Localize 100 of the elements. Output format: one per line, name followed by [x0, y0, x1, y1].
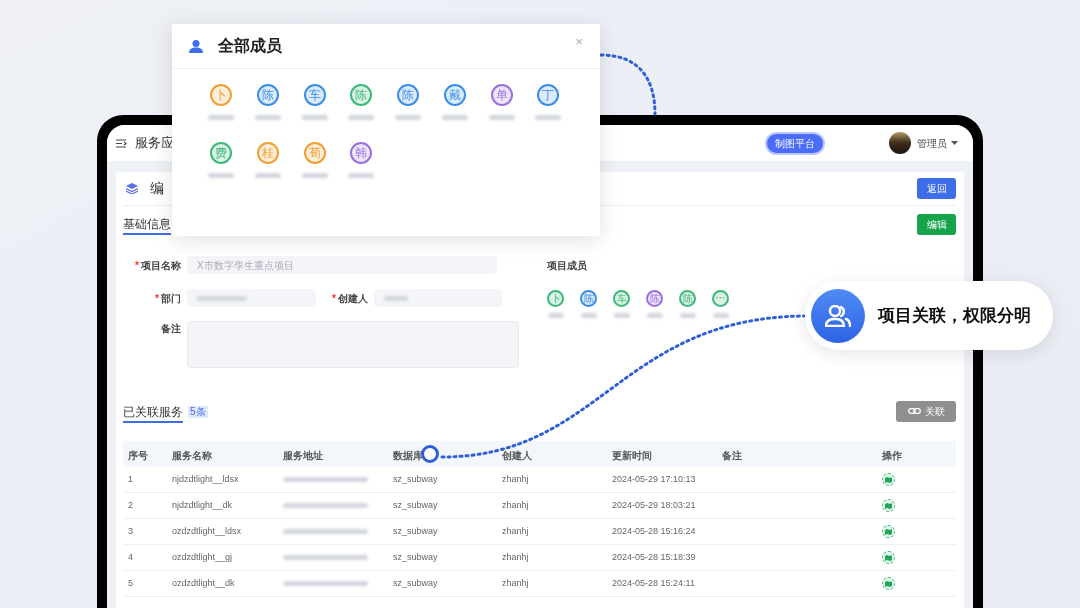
column-header: 创建人	[502, 450, 532, 461]
user-avatar[interactable]	[889, 132, 911, 154]
blurred-name	[535, 115, 562, 120]
table-cell: 2024-05-29 17:10:13	[612, 473, 696, 484]
member-avatar: 费	[210, 142, 232, 164]
table-cell: 2	[128, 499, 133, 510]
text-field[interactable]	[374, 289, 502, 307]
anchor-ring	[421, 445, 439, 463]
member-avatar: 陈	[350, 84, 373, 106]
blurred-name	[613, 313, 630, 318]
blurred-name	[712, 313, 729, 318]
table-cell: zhanhj	[502, 551, 529, 562]
count-badge: 5条	[188, 406, 208, 418]
connector-line	[599, 53, 657, 116]
text-field[interactable]	[187, 289, 316, 307]
table-cell: 3	[128, 525, 133, 536]
text-field[interactable]: X市数字孪生重点项目	[187, 256, 497, 274]
table-cell: ozdzdtlight__gj	[172, 551, 233, 562]
table-cell: sz_subway	[393, 525, 438, 536]
blurred-name	[254, 115, 281, 120]
page-title: 编	[150, 179, 164, 198]
table-cell: zhanhj	[502, 525, 529, 536]
map-icon[interactable]	[882, 473, 895, 486]
link-icon	[907, 408, 921, 414]
column-header: 服务名称	[172, 450, 212, 461]
table-cell: ozdzdtlight__ldsx	[172, 525, 242, 536]
table-cell: zhanhj	[502, 499, 529, 510]
blurred-name	[348, 173, 375, 178]
blurred-name	[254, 173, 281, 178]
blurred-name	[580, 313, 597, 318]
more-members-button[interactable]: ···	[712, 290, 729, 307]
table-cell: zhanhj	[502, 473, 529, 484]
column-header: 操作	[882, 450, 902, 461]
member-avatar: 陈	[397, 84, 419, 106]
member-avatar: 丁	[537, 84, 560, 106]
map-icon[interactable]	[882, 551, 895, 564]
blurred-name	[384, 295, 408, 301]
person-icon	[189, 39, 203, 53]
table-cell: njdzdtlight__ldsx	[172, 473, 239, 484]
table-cell: zhanhj	[502, 577, 529, 588]
callout-text: 项目关联，权限分明	[878, 304, 1031, 327]
member-avatar: 戴	[443, 84, 466, 106]
table-cell: sz_subway	[393, 551, 438, 562]
edit-button[interactable]: 编辑	[917, 214, 956, 235]
table-cell: 1	[128, 473, 133, 484]
table-cell: sz_subway	[393, 499, 438, 510]
table-cell: njdzdtlight__dk	[172, 499, 233, 510]
member-avatar: 单	[490, 84, 513, 106]
member-avatar: 卜	[547, 290, 564, 307]
table-cell: 2024-05-28 15:24:11	[612, 577, 695, 588]
users-icon	[811, 288, 865, 343]
field-label: * 创建人	[331, 291, 368, 306]
column-header: 更新时间	[612, 450, 652, 461]
map-icon[interactable]	[882, 525, 895, 538]
platform-badge[interactable]: 制图平台	[765, 131, 825, 155]
blurred-name	[301, 115, 328, 120]
column-header: 序号	[128, 450, 148, 461]
blurred-name	[679, 313, 696, 318]
close-button[interactable]: ×	[575, 35, 583, 48]
blurred-name	[208, 173, 234, 178]
caret-icon[interactable]	[951, 141, 958, 145]
user-name[interactable]: 管理员	[917, 135, 947, 151]
column-header: 数据库	[393, 450, 423, 461]
blurred-name	[301, 173, 328, 178]
map-icon[interactable]	[882, 577, 895, 590]
field-label: 备注	[160, 322, 181, 336]
blurred-name	[488, 115, 515, 120]
layers-icon	[126, 183, 138, 194]
link-button[interactable]: 关联	[896, 400, 956, 422]
members-label: 项目成员	[547, 259, 588, 273]
member-avatar: 桂	[256, 142, 279, 164]
member-avatar: 陈	[679, 290, 696, 307]
app-title: 服务应	[135, 134, 174, 153]
member-avatar: 车	[613, 290, 630, 307]
member-avatar: 陈	[646, 290, 663, 307]
table-cell: sz_subway	[393, 473, 438, 484]
table-cell: 5	[128, 577, 133, 588]
back-button[interactable]: 返回	[917, 178, 956, 199]
blurred-name	[646, 313, 663, 318]
blurred-name	[208, 115, 234, 120]
table-cell: 2024-05-28 15:16:24	[612, 525, 696, 536]
member-avatar: 车	[303, 84, 326, 106]
table-cell: ozdzdtlight__dk	[172, 577, 235, 588]
blurred-name	[441, 115, 468, 120]
member-avatar: 陈	[256, 84, 279, 106]
column-header: 备注	[722, 450, 742, 461]
table-cell: sz_subway	[393, 577, 438, 588]
blurred-name	[395, 115, 421, 120]
blurred-name	[547, 313, 564, 318]
blurred-name	[197, 295, 247, 301]
member-avatar: 荀	[303, 142, 326, 164]
section-heading: 已关联服务	[123, 405, 183, 423]
map-icon[interactable]	[882, 499, 895, 512]
column-header: 服务地址	[283, 450, 323, 461]
popup-title: 全部成员	[218, 36, 282, 56]
menu-icon[interactable]	[116, 138, 127, 148]
member-avatar: 陈	[580, 290, 597, 307]
table-cell: 2024-05-28 15:18:39	[612, 551, 696, 562]
field-label: * 项目名称	[134, 258, 181, 273]
table-cell: 4	[128, 551, 133, 562]
